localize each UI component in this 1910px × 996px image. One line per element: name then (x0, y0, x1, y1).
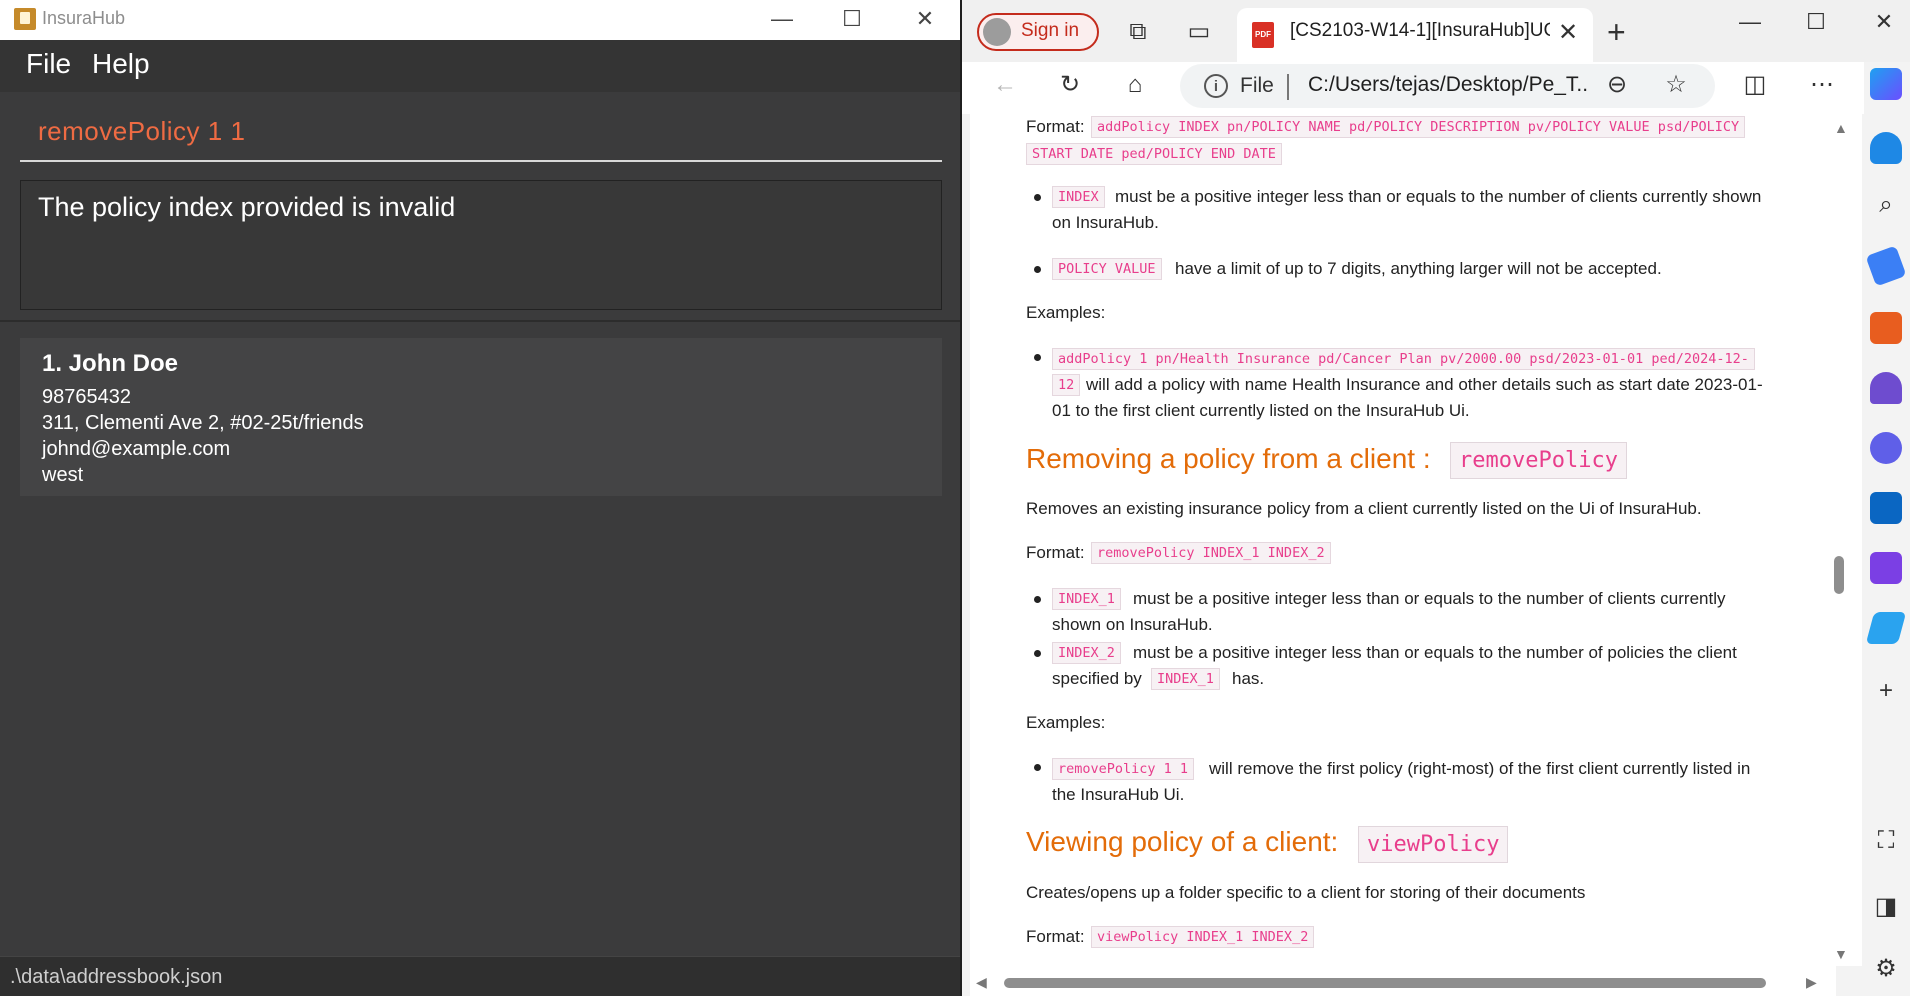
format-code: START DATE ped/POLICY END DATE (1026, 143, 1282, 165)
scroll-left-icon[interactable]: ◀ (976, 974, 987, 991)
section-heading: Removing a policy from a client : (1026, 443, 1431, 474)
sign-in-label: Sign in (1021, 20, 1080, 41)
scroll-right-icon[interactable]: ▶ (1806, 974, 1817, 991)
browser-minimize-button[interactable]: — (1718, 4, 1782, 40)
outlook-icon[interactable] (1870, 492, 1902, 524)
games-icon[interactable] (1870, 372, 1902, 404)
bullet-marker (1034, 194, 1041, 201)
split-screen-icon[interactable]: ◫ (1740, 70, 1770, 100)
format-label: Format: (1026, 117, 1085, 136)
examples-label: Examples: (1026, 303, 1106, 322)
person-phone: 98765432 (42, 386, 131, 408)
format-code: addPolicy INDEX pn/POLICY NAME pd/POLICY… (1091, 116, 1746, 138)
menu-help[interactable]: Help (92, 48, 150, 80)
format-code: removePolicy INDEX_1 INDEX_2 (1091, 542, 1331, 564)
browser-maximize-button[interactable]: ☐ (1784, 4, 1848, 40)
bullet-marker (1034, 354, 1041, 361)
inline-code: INDEX (1052, 186, 1105, 208)
favorite-star-icon[interactable]: ☆ (1661, 70, 1691, 100)
address-url: C:/Users/tejas/Desktop/Pe_T... (1308, 73, 1588, 96)
section-description: Creates/opens up a folder specific to a … (1026, 883, 1586, 902)
info-icon[interactable]: i (1204, 74, 1228, 98)
close-button[interactable]: ✕ (893, 0, 957, 40)
home-icon[interactable]: ⌂ (1120, 70, 1150, 100)
profile-avatar-icon (983, 18, 1011, 46)
bullet-text: shown on InsuraHub. (1052, 615, 1213, 634)
inline-code: INDEX_1 (1052, 588, 1121, 610)
examples-label: Examples: (1026, 713, 1106, 732)
copilot-icon[interactable] (1870, 68, 1902, 100)
maximize-button[interactable]: ☐ (820, 0, 884, 40)
workspaces-icon[interactable]: ⧉ (1123, 17, 1153, 47)
heading-code: viewPolicy (1358, 826, 1509, 863)
bullet-text: must be a positive integer less than or … (1133, 643, 1737, 662)
browser-close-button[interactable]: ✕ (1852, 4, 1910, 40)
address-separator (1287, 74, 1289, 100)
example-code: addPolicy 1 pn/Health Insurance pd/Cance… (1052, 348, 1755, 370)
app-logo-icon (14, 8, 36, 30)
refresh-icon[interactable]: ↻ (1055, 70, 1085, 100)
bullet-text: must be a positive integer less than or … (1133, 589, 1726, 608)
scroll-up-icon[interactable]: ▲ (1834, 120, 1848, 136)
tab-close-icon[interactable]: ✕ (1558, 18, 1578, 47)
new-tab-icon[interactable]: + (1607, 14, 1626, 51)
menu-file[interactable]: File (26, 48, 71, 80)
example-text: the InsuraHub Ui. (1052, 785, 1185, 804)
example-text: will add a policy with name Health Insur… (1086, 375, 1763, 394)
bullet-marker (1034, 266, 1041, 273)
pdf-icon: PDF (1252, 22, 1274, 48)
person-region: west (42, 464, 84, 486)
address-scheme-label: File (1240, 74, 1274, 97)
screenshot-icon[interactable]: ⛶ (1871, 826, 1901, 856)
example-text: will remove the first policy (right-most… (1209, 759, 1751, 778)
example-code: removePolicy 1 1 (1052, 758, 1195, 780)
command-input-text: removePolicy 1 1 (38, 116, 246, 146)
sidebar-toggle-icon[interactable]: ◨ (1871, 892, 1901, 922)
person-address: 311, Clementi Ave 2, #02-25t/friends (42, 412, 364, 434)
vertical-scrollbar[interactable] (1836, 114, 1862, 966)
settings-gear-icon[interactable]: ⚙ (1871, 954, 1901, 984)
vertical-scroll-thumb[interactable] (1834, 556, 1844, 594)
more-options-icon[interactable]: ⋯ (1807, 70, 1837, 100)
microsoft-365-icon[interactable] (1870, 432, 1902, 464)
tab-actions-icon[interactable]: ▭ (1184, 17, 1214, 47)
inline-code: INDEX_1 (1151, 668, 1220, 690)
format-code: viewPolicy INDEX_1 INDEX_2 (1091, 926, 1315, 948)
section-description: Removes an existing insurance policy fro… (1026, 499, 1702, 518)
tools-briefcase-icon[interactable] (1870, 312, 1902, 344)
format-label: Format: (1026, 543, 1085, 562)
status-file-path: .\data\addressbook.json (10, 966, 223, 988)
bullet-text: must be a positive integer less than or … (1115, 187, 1762, 206)
example-text: 01 to the first client currently listed … (1052, 401, 1470, 420)
tab-title: [CS2103-W14-1][InsuraHub]UG.pdf (1290, 20, 1550, 41)
bullet-text: on InsuraHub. (1052, 213, 1159, 232)
zoom-icon[interactable]: ⊖ (1602, 70, 1632, 100)
minimize-button[interactable]: — (750, 0, 814, 40)
app-title: InsuraHub (42, 8, 126, 28)
result-message: The policy index provided is invalid (38, 192, 456, 222)
search-icon[interactable]: ⌕ (1871, 190, 1901, 220)
scroll-down-icon[interactable]: ▼ (1834, 946, 1848, 962)
inline-code: INDEX_2 (1052, 642, 1121, 664)
bullet-marker (1034, 764, 1041, 771)
notifications-icon[interactable] (1870, 132, 1902, 164)
example-code: 12 (1052, 374, 1081, 396)
add-sidebar-app-icon[interactable]: + (1871, 676, 1901, 706)
person-name: 1. John Doe (42, 350, 179, 377)
person-email: johnd@example.com (42, 438, 231, 460)
bullet-marker (1034, 596, 1041, 603)
bullet-text: has. (1232, 669, 1265, 688)
heading-code: removePolicy (1450, 442, 1627, 479)
bullet-marker (1034, 650, 1041, 657)
section-heading: Viewing policy of a client: (1026, 826, 1339, 857)
bullet-text: specified by (1052, 669, 1142, 688)
format-label: Format: (1026, 927, 1085, 946)
app-titlebar (0, 0, 960, 40)
bullet-text: have a limit of up to 7 digits, anything… (1175, 259, 1662, 278)
horizontal-scroll-thumb[interactable] (1004, 978, 1766, 988)
divider (0, 320, 960, 322)
back-icon[interactable]: ← (990, 70, 1020, 100)
inline-code: POLICY VALUE (1052, 258, 1162, 280)
designer-icon[interactable] (1870, 552, 1902, 584)
